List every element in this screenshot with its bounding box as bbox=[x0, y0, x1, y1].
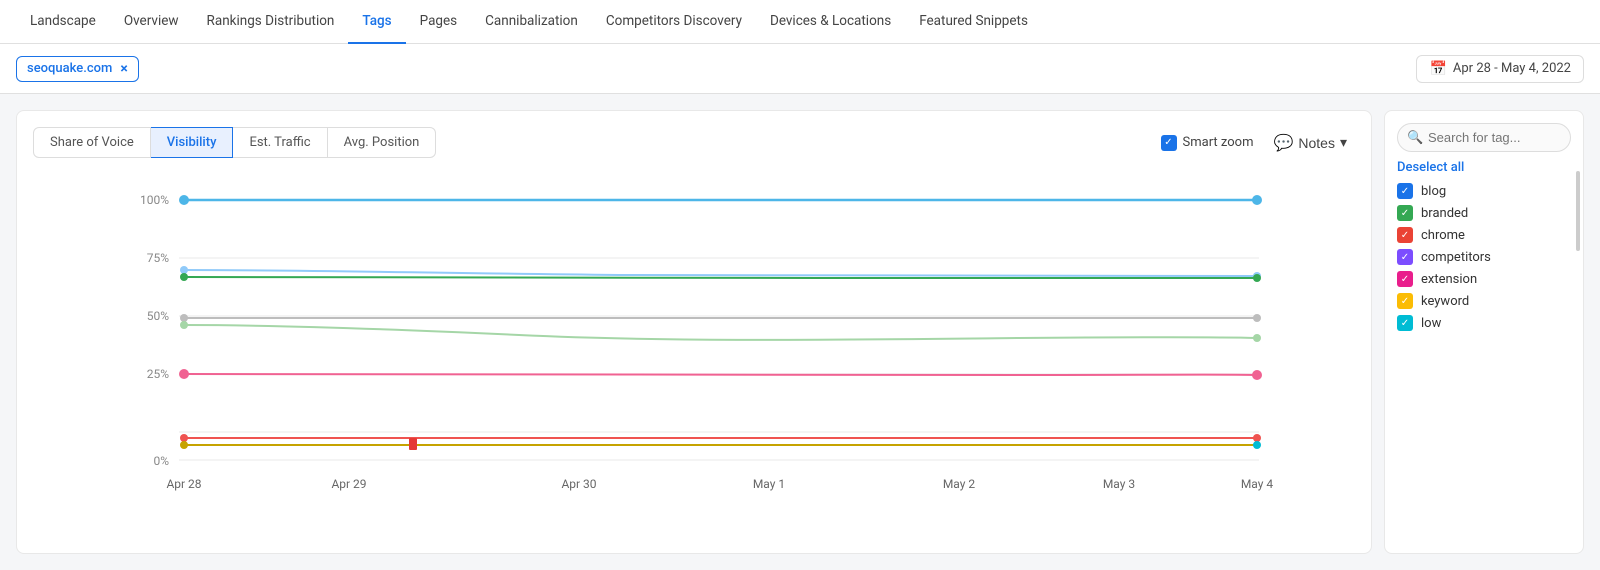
tag-checkbox-chrome[interactable]: ✓ bbox=[1397, 227, 1413, 243]
nav-item-cannibalization[interactable]: Cannibalization bbox=[471, 0, 592, 44]
svg-text:May 4: May 4 bbox=[1241, 477, 1274, 491]
tag-label-branded: branded bbox=[1421, 206, 1468, 221]
tabs-controls-row: Share of VoiceVisibilityEst. TrafficAvg.… bbox=[33, 127, 1355, 158]
tag-item-chrome[interactable]: ✓ chrome bbox=[1397, 227, 1571, 243]
chevron-down-icon: ▾ bbox=[1340, 134, 1347, 151]
tag-item-low[interactable]: ✓ low bbox=[1397, 315, 1571, 331]
notes-icon: 💬 bbox=[1273, 133, 1293, 153]
calendar-icon: 📅 bbox=[1429, 61, 1446, 77]
nav-item-landscape[interactable]: Landscape bbox=[16, 0, 110, 44]
svg-text:May 1: May 1 bbox=[753, 477, 785, 491]
chart-area: 100% 75% 50% 25% 0% bbox=[33, 170, 1355, 537]
tag-checkbox-extension[interactable]: ✓ bbox=[1397, 271, 1413, 287]
tag-label-keyword: keyword bbox=[1421, 294, 1469, 309]
svg-text:Apr 30: Apr 30 bbox=[561, 477, 596, 491]
nav-item-rankings-distribution[interactable]: Rankings Distribution bbox=[193, 0, 349, 44]
toolbar: seoquake.com × 📅 Apr 28 - May 4, 2022 bbox=[0, 44, 1600, 94]
nav-item-featured-snippets[interactable]: Featured Snippets bbox=[905, 0, 1042, 44]
main-content: Share of VoiceVisibilityEst. TrafficAvg.… bbox=[0, 94, 1600, 570]
tag-checkbox-competitors[interactable]: ✓ bbox=[1397, 249, 1413, 265]
tag-checkbox-branded[interactable]: ✓ bbox=[1397, 205, 1413, 221]
chart-card: Share of VoiceVisibilityEst. TrafficAvg.… bbox=[16, 110, 1372, 554]
domain-tag[interactable]: seoquake.com × bbox=[16, 56, 139, 82]
search-icon: 🔍 bbox=[1407, 130, 1423, 145]
svg-text:0%: 0% bbox=[153, 454, 169, 468]
domain-label: seoquake.com bbox=[27, 61, 112, 76]
svg-text:100%: 100% bbox=[140, 193, 169, 207]
tag-checkbox-low[interactable]: ✓ bbox=[1397, 315, 1413, 331]
metric-tab-avg.-position[interactable]: Avg. Position bbox=[328, 127, 437, 158]
svg-text:Apr 29: Apr 29 bbox=[331, 477, 366, 491]
svg-text:50%: 50% bbox=[147, 309, 169, 323]
chart-svg: 100% 75% 50% 25% 0% bbox=[33, 170, 1355, 510]
nav-bar: LandscapeOverviewRankings DistributionTa… bbox=[0, 0, 1600, 44]
notes-label: Notes bbox=[1298, 135, 1335, 151]
date-range-label: Apr 28 - May 4, 2022 bbox=[1453, 61, 1571, 76]
tag-label-competitors: competitors bbox=[1421, 250, 1491, 265]
close-domain-button[interactable]: × bbox=[120, 61, 127, 77]
tag-item-blog[interactable]: ✓ blog bbox=[1397, 183, 1571, 199]
svg-text:May 2: May 2 bbox=[943, 477, 976, 491]
nav-item-pages[interactable]: Pages bbox=[406, 0, 472, 44]
smart-zoom-label: Smart zoom bbox=[1183, 135, 1254, 150]
svg-text:Apr 28: Apr 28 bbox=[166, 477, 201, 491]
tag-label-low: low bbox=[1421, 316, 1441, 331]
nav-item-devices-&-locations[interactable]: Devices & Locations bbox=[756, 0, 905, 44]
smart-zoom-control[interactable]: ✓ Smart zoom bbox=[1161, 135, 1254, 151]
right-panel: 🔍 Deselect all ✓ blog ✓ branded ✓ chrome… bbox=[1384, 110, 1584, 554]
tag-label-chrome: chrome bbox=[1421, 228, 1465, 243]
tag-checkbox-keyword[interactable]: ✓ bbox=[1397, 293, 1413, 309]
notes-button[interactable]: 💬 Notes ▾ bbox=[1273, 133, 1347, 153]
deselect-all-button[interactable]: Deselect all bbox=[1397, 160, 1571, 175]
nav-item-overview[interactable]: Overview bbox=[110, 0, 193, 44]
smart-zoom-checkbox[interactable]: ✓ bbox=[1161, 135, 1177, 151]
svg-text:May 3: May 3 bbox=[1103, 477, 1135, 491]
metrics-tabs: Share of VoiceVisibilityEst. TrafficAvg.… bbox=[33, 127, 436, 158]
scrollbar[interactable] bbox=[1576, 171, 1580, 251]
svg-text:75%: 75% bbox=[147, 251, 169, 265]
svg-text:25%: 25% bbox=[147, 367, 169, 381]
tag-item-extension[interactable]: ✓ extension bbox=[1397, 271, 1571, 287]
tag-list: ✓ blog ✓ branded ✓ chrome ✓ competitors … bbox=[1397, 183, 1571, 331]
tag-item-competitors[interactable]: ✓ competitors bbox=[1397, 249, 1571, 265]
tag-search-wrapper: 🔍 bbox=[1397, 123, 1571, 152]
metric-tab-share-of-voice[interactable]: Share of Voice bbox=[33, 127, 151, 158]
chart-controls: ✓ Smart zoom 💬 Notes ▾ bbox=[1161, 133, 1356, 153]
nav-item-tags[interactable]: Tags bbox=[348, 0, 405, 44]
tag-checkbox-blog[interactable]: ✓ bbox=[1397, 183, 1413, 199]
tag-label-blog: blog bbox=[1421, 184, 1446, 199]
tag-item-keyword[interactable]: ✓ keyword bbox=[1397, 293, 1571, 309]
tag-item-branded[interactable]: ✓ branded bbox=[1397, 205, 1571, 221]
metric-tab-visibility[interactable]: Visibility bbox=[151, 127, 234, 158]
nav-item-competitors-discovery[interactable]: Competitors Discovery bbox=[592, 0, 756, 44]
metric-tab-est.-traffic[interactable]: Est. Traffic bbox=[233, 127, 327, 158]
date-range-picker[interactable]: 📅 Apr 28 - May 4, 2022 bbox=[1416, 55, 1584, 83]
tag-label-extension: extension bbox=[1421, 272, 1477, 287]
